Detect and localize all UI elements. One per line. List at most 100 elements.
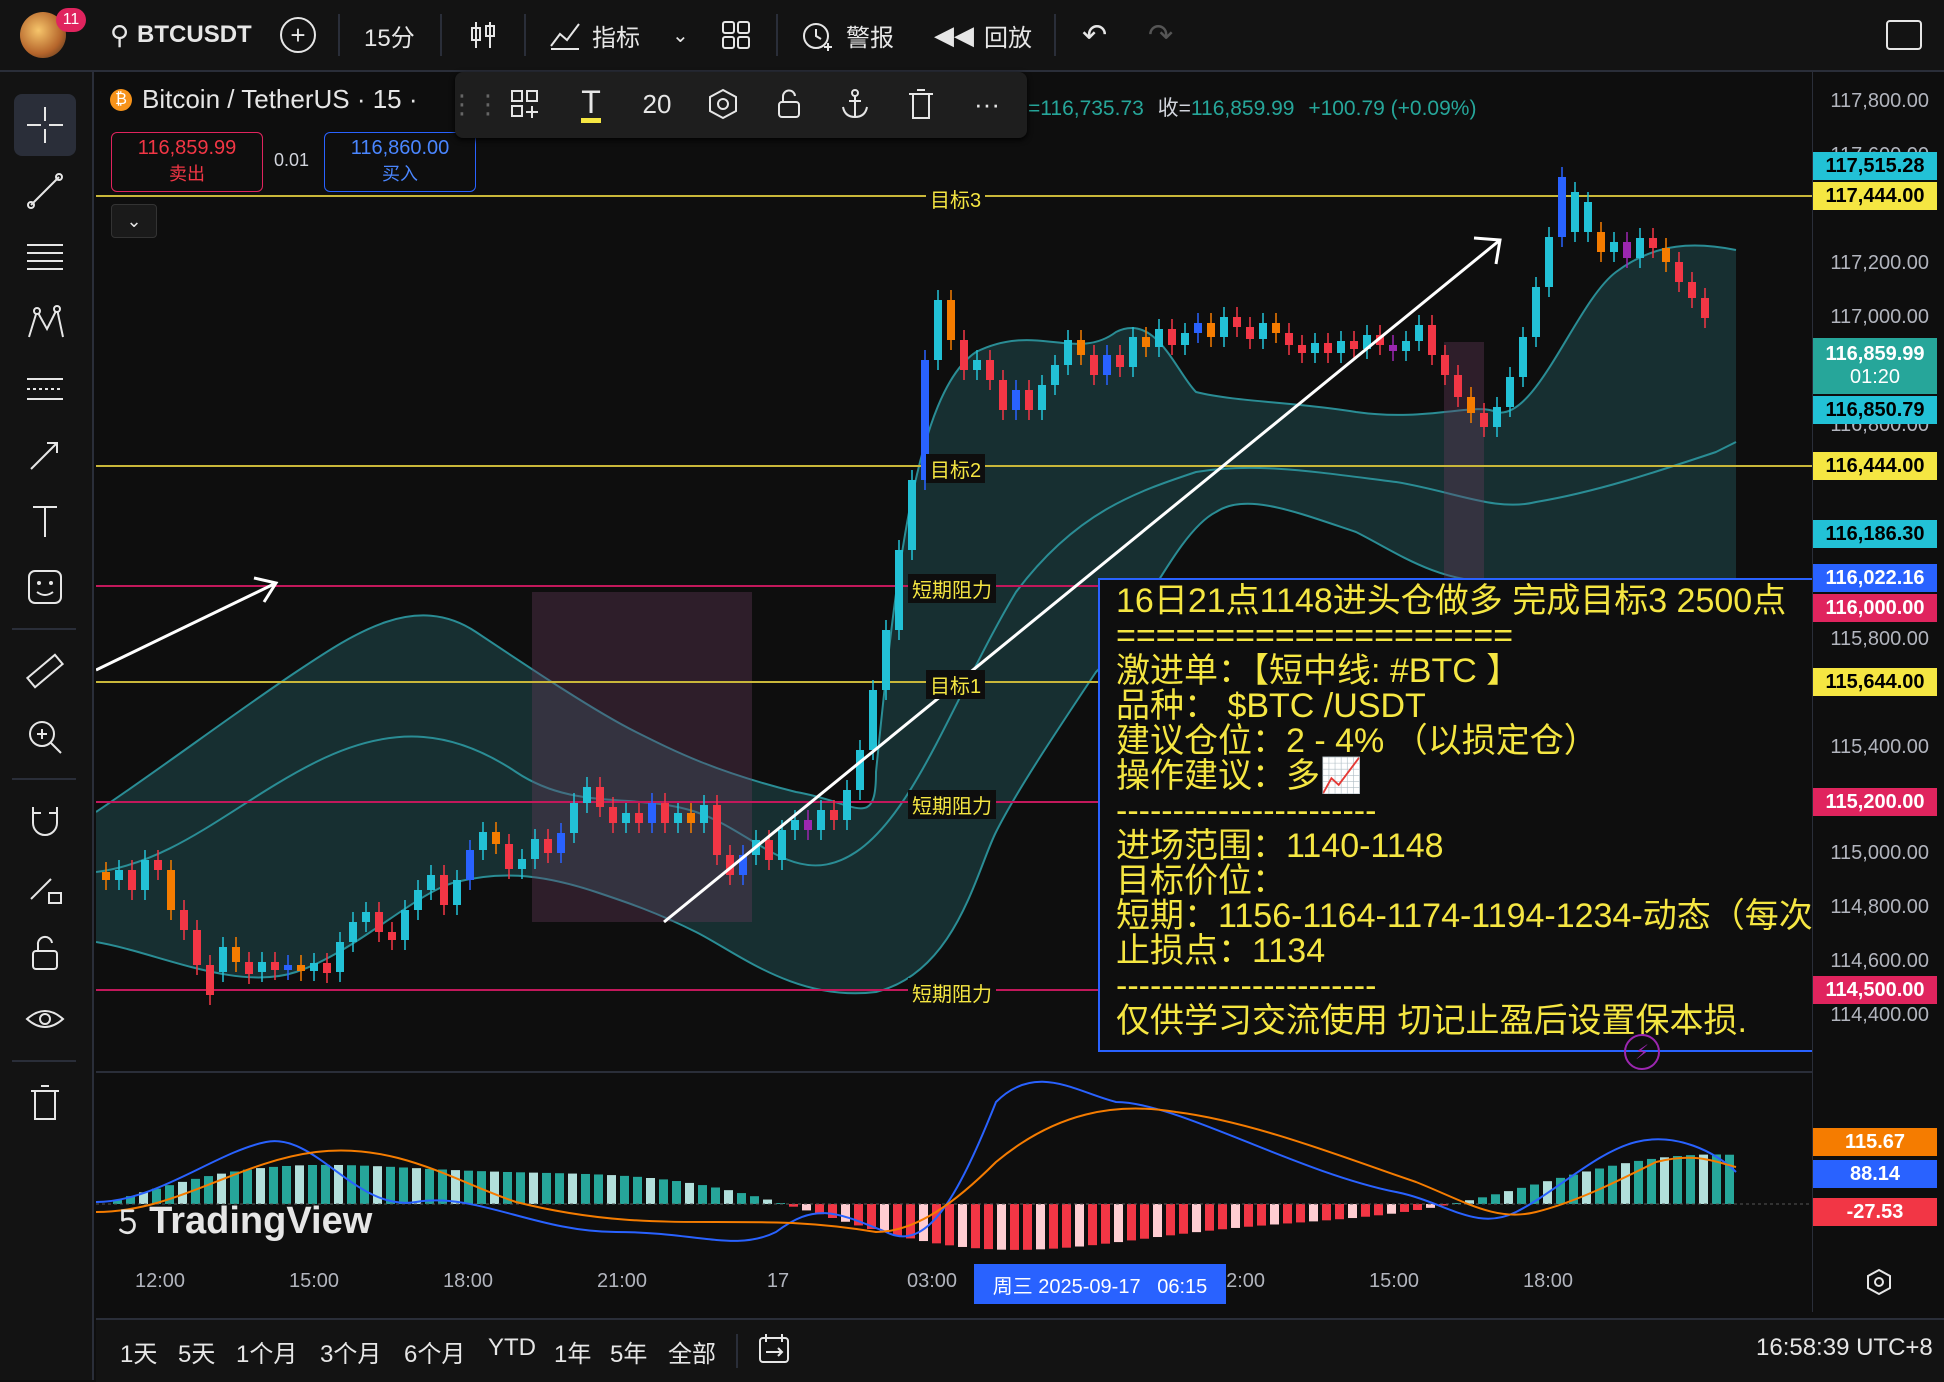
range-button[interactable]: 5天: [178, 1334, 215, 1369]
candle: [479, 832, 487, 850]
note-line: -----------------------: [1116, 792, 1377, 830]
settings-button[interactable]: [701, 82, 745, 126]
hexagon-settings-icon: [709, 88, 737, 120]
magnet-tool[interactable]: [14, 790, 76, 852]
macd-histogram-bar: [1478, 1197, 1487, 1204]
candle: [1545, 237, 1553, 287]
candle: [1207, 323, 1215, 337]
range-button[interactable]: 全部: [668, 1334, 716, 1369]
more-button[interactable]: ···: [965, 82, 1009, 126]
symbol-search[interactable]: ⚲ BTCUSDT: [110, 12, 252, 58]
macd-histogram-bar: [971, 1204, 980, 1249]
candle: [1090, 355, 1098, 375]
pencil-lock-icon: [30, 878, 62, 904]
candle: [635, 813, 643, 823]
symbol-title[interactable]: Bitcoin / TetherUS · 15 ·: [142, 84, 418, 115]
candle: [648, 803, 656, 823]
candle: [843, 790, 851, 820]
candle: [622, 813, 630, 823]
anchor-button[interactable]: [833, 82, 877, 126]
trade-note[interactable]: 16日21点1148进头仓做多 完成目标3 2500点 =============…: [1098, 578, 1814, 1052]
zoom-tool[interactable]: [14, 706, 76, 768]
interval-button[interactable]: 15分: [364, 12, 415, 58]
bottom-toolbar: 1天 5天 1个月 3个月 6个月 YTD 1年 5年 全部 16:58:39 UTC+8: [96, 1318, 1944, 1382]
window-icon: [1886, 20, 1922, 50]
time-label: 03:00: [906, 1270, 958, 1292]
macd-histogram-bar: [1153, 1204, 1162, 1238]
trendline-tool[interactable]: [14, 160, 76, 222]
macd-histogram-bar: [412, 1168, 421, 1204]
target2-label: 目标2: [926, 454, 986, 483]
emoji-tool[interactable]: [14, 556, 76, 618]
lightning-icon[interactable]: ⚡: [1624, 1034, 1660, 1070]
candle: [362, 912, 370, 922]
macd-histogram-bar: [529, 1172, 538, 1204]
text-tool[interactable]: [14, 490, 76, 552]
candle: [674, 813, 682, 823]
redo-button[interactable]: ↷: [1148, 12, 1173, 58]
range-button[interactable]: YTD: [488, 1334, 536, 1362]
indicators-button[interactable]: 指标: [548, 12, 640, 58]
date-range-button[interactable]: [756, 1330, 792, 1371]
forecast-tool[interactable]: [14, 358, 76, 420]
rewind-icon: ◀◀: [934, 19, 974, 50]
candle: [1285, 333, 1293, 345]
drawing-mode-tool[interactable]: [14, 856, 76, 918]
price-label: 114,400.00: [1830, 1004, 1929, 1026]
lock-tool[interactable]: [14, 922, 76, 984]
collapse-legend-button[interactable]: ⌄: [111, 204, 157, 238]
range-button[interactable]: 3个月: [320, 1334, 381, 1369]
range-button[interactable]: 1个月: [236, 1334, 297, 1369]
macd-histogram-bar: [620, 1175, 629, 1204]
macd-histogram-bar: [1595, 1168, 1604, 1204]
ruler-icon: [25, 653, 65, 689]
range-button[interactable]: 1年: [554, 1334, 591, 1369]
zoom-in-icon: [29, 721, 62, 754]
crosshair-tool[interactable]: [14, 94, 76, 156]
time-axis[interactable]: 12:0015:0018:0021:001703:0009:0012:0015:…: [96, 1258, 1818, 1298]
candle: [518, 859, 526, 869]
candle: [1168, 329, 1176, 345]
replay-button[interactable]: ◀◀ 回放: [934, 12, 1032, 58]
text-color-button[interactable]: T: [569, 82, 613, 126]
font-size-button[interactable]: 20: [635, 82, 679, 126]
pattern-tool[interactable]: [14, 292, 76, 354]
delete-tool[interactable]: [14, 1072, 76, 1134]
drag-handle-icon[interactable]: ⋮⋮: [449, 82, 501, 126]
macd-histogram-bar: [1413, 1204, 1422, 1210]
range-button[interactable]: 6个月: [404, 1334, 465, 1369]
alert-button[interactable]: 警报: [800, 12, 894, 58]
candle: [1402, 341, 1410, 351]
visibility-tool[interactable]: [14, 988, 76, 1050]
delete-drawing-button[interactable]: [899, 82, 943, 126]
template-button[interactable]: [503, 82, 547, 126]
sell-button[interactable]: 116,859.99 卖出: [111, 132, 263, 192]
candle: [531, 839, 539, 859]
chart-type-button[interactable]: [466, 12, 500, 58]
fullscreen-button[interactable]: [1886, 12, 1922, 58]
time-label: 15:00: [1368, 1270, 1420, 1292]
range-button[interactable]: 1天: [120, 1334, 157, 1369]
candle: [1480, 413, 1488, 427]
range-button[interactable]: 5年: [610, 1334, 647, 1369]
candle: [765, 840, 773, 860]
note-line: 16日21点1148进头仓做多 完成目标3 2500点: [1116, 582, 1787, 620]
undo-button[interactable]: ↶: [1082, 12, 1107, 58]
brush-tool[interactable]: [14, 424, 76, 486]
axis-settings-button[interactable]: [1865, 1268, 1893, 1296]
candle: [830, 810, 838, 820]
crosshair-time-label: 周三 2025-09-17 06:15: [974, 1264, 1226, 1304]
price-axis[interactable]: 117,800.00 117,600.00 117,200.00 117,000…: [1812, 72, 1944, 1312]
macd-histogram-bar: [1010, 1204, 1019, 1250]
layout-button[interactable]: [720, 12, 752, 58]
undo-icon: ↶: [1082, 18, 1108, 52]
chevron-down-icon: ⌄: [672, 24, 689, 47]
measure-tool[interactable]: [14, 640, 76, 702]
lock-drawing-button[interactable]: [767, 82, 811, 126]
fib-tool[interactable]: [14, 226, 76, 288]
add-symbol-button[interactable]: +: [278, 12, 318, 58]
clock-timezone[interactable]: 16:58:39 UTC+8: [1756, 1334, 1933, 1362]
buy-button[interactable]: 116,860.00 买入: [324, 132, 476, 192]
indicators-dropdown[interactable]: ⌄: [672, 12, 689, 58]
candle: [349, 922, 357, 942]
